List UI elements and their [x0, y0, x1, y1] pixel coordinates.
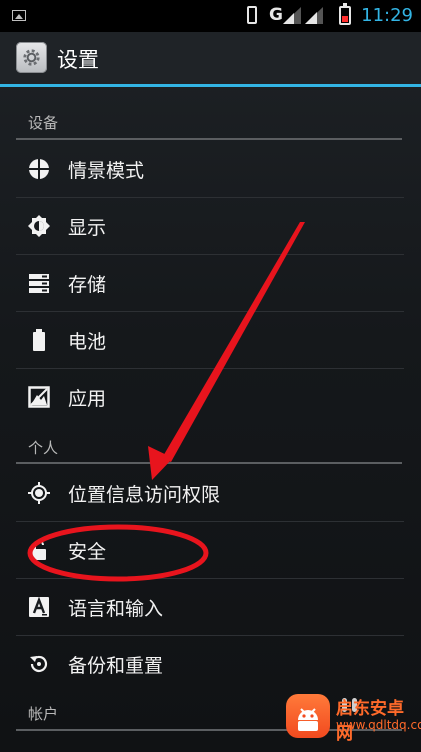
settings-item-backup-reset[interactable]: 备份和重置 — [16, 636, 404, 692]
section-divider — [16, 138, 402, 140]
section-header-personal: 个人 — [28, 439, 59, 457]
settings-item-apps[interactable]: 应用 — [16, 369, 404, 425]
settings-item-location-access[interactable]: 位置信息访问权限 — [16, 465, 404, 521]
vibrate-icon — [247, 6, 257, 24]
settings-item-profiles[interactable]: 情景模式 — [16, 141, 404, 197]
profiles-icon — [29, 159, 49, 179]
watermark-url: www.qdltdq.com — [336, 718, 421, 732]
location-icon — [28, 482, 50, 504]
section-header-accounts: 帐户 — [28, 705, 59, 723]
settings-item-label: 显示 — [68, 217, 107, 239]
android-robot-icon — [298, 708, 318, 731]
settings-item-label: 备份和重置 — [68, 655, 164, 677]
settings-item-battery[interactable]: 电池 — [16, 312, 404, 368]
network-type-label: G — [269, 5, 283, 25]
watermark-logo: 启东安卓网 www.qdltdq.com — [286, 688, 421, 744]
settings-item-language-input[interactable]: 语言和输入 — [16, 579, 404, 635]
settings-item-label: 安全 — [68, 541, 107, 563]
battery-status-icon — [339, 3, 351, 25]
settings-item-label: 存储 — [68, 274, 107, 296]
language-icon — [29, 596, 49, 617]
section-divider — [16, 462, 402, 464]
watermark-badge — [286, 694, 330, 738]
settings-item-label: 情景模式 — [68, 160, 145, 182]
storage-icon — [29, 274, 49, 293]
settings-item-label: 位置信息访问权限 — [68, 484, 221, 506]
image-notification-icon — [12, 10, 26, 21]
signal-strength-icon-2 — [305, 7, 323, 24]
apps-icon — [28, 386, 50, 408]
settings-app-icon[interactable] — [16, 42, 47, 73]
backup-icon — [30, 655, 48, 673]
settings-screen: G 11:29 设置 设备 情景模式 显示 存储 电池 应用 个人 位置信息访问… — [0, 0, 421, 752]
settings-item-display[interactable]: 显示 — [16, 198, 404, 254]
settings-item-storage[interactable]: 存储 — [16, 255, 404, 311]
lock-icon — [32, 540, 46, 560]
settings-item-label: 应用 — [68, 388, 107, 410]
action-bar-accent-line — [0, 84, 421, 87]
battery-icon — [33, 329, 45, 351]
settings-item-label: 语言和输入 — [68, 598, 164, 620]
status-bar: G 11:29 — [0, 0, 421, 32]
display-icon — [28, 215, 50, 237]
clock: 11:29 — [361, 5, 413, 26]
settings-item-label: 电池 — [68, 331, 107, 353]
section-header-device: 设备 — [28, 114, 59, 132]
page-title: 设置 — [57, 48, 99, 72]
signal-strength-icon — [283, 7, 301, 24]
settings-item-security[interactable]: 安全 — [16, 522, 404, 578]
gear-icon — [23, 49, 40, 66]
